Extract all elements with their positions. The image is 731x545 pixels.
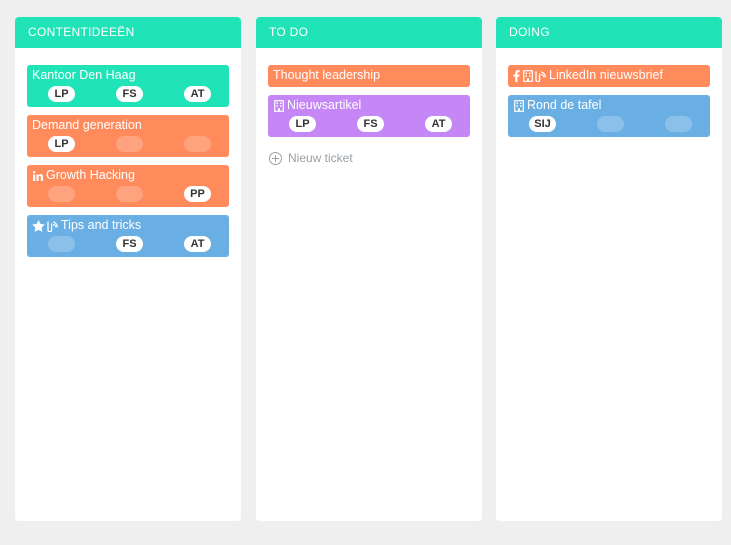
card-title: LinkedIn nieuwsbrief	[549, 68, 663, 82]
facebook-icon	[513, 69, 520, 82]
plus-circle-icon	[269, 151, 282, 165]
card-growth-hacking[interactable]: Growth Hacking PP	[27, 165, 229, 207]
card-badges: LP	[32, 133, 224, 153]
blog-icon	[535, 70, 546, 82]
column-to-do: TO DO Thought leadership Nieuwsartikel L…	[256, 17, 482, 521]
card-nieuwsartikel[interactable]: Nieuwsartikel LP FS AT	[268, 95, 470, 137]
column-title: CONTENTIDEEËN	[15, 17, 241, 48]
empty-assignee-slot[interactable]	[116, 136, 143, 152]
card-title: Kantoor Den Haag	[32, 68, 136, 82]
empty-assignee-slot[interactable]	[665, 116, 692, 132]
new-ticket-button[interactable]: Nieuw ticket	[268, 151, 470, 165]
assignee-badge[interactable]: AT	[425, 116, 452, 132]
assignee-badge[interactable]: FS	[116, 236, 143, 252]
card-title-row: Nieuwsartikel	[273, 98, 465, 113]
assignee-badge[interactable]: SIJ	[529, 116, 556, 132]
assignee-badge[interactable]: PP	[184, 186, 211, 202]
card-title-row: Demand generation	[32, 118, 224, 133]
new-ticket-label: Nieuw ticket	[288, 151, 353, 165]
card-title: Tips and tricks	[61, 218, 142, 232]
card-title: Demand generation	[32, 118, 142, 132]
card-title-row: Thought leadership	[273, 68, 465, 83]
column-title: TO DO	[256, 17, 482, 48]
card-kantoor-den-haag[interactable]: Kantoor Den Haag LP FS AT	[27, 65, 229, 107]
empty-assignee-slot[interactable]	[597, 116, 624, 132]
building-icon	[522, 69, 533, 82]
card-title: Nieuwsartikel	[287, 98, 362, 112]
card-title: Thought leadership	[273, 68, 381, 82]
card-demand-generation[interactable]: Demand generation LP	[27, 115, 229, 157]
column-title: DOING	[496, 17, 722, 48]
column-body: LinkedIn nieuwsbrief Rond de tafel SIJ	[496, 48, 722, 137]
card-badges: FS AT	[32, 233, 224, 253]
column-contentideeen: CONTENTIDEEËN Kantoor Den Haag LP FS AT …	[15, 17, 241, 521]
assignee-badge[interactable]: LP	[48, 86, 75, 102]
assignee-badge[interactable]: AT	[184, 86, 211, 102]
card-title: Rond de tafel	[527, 98, 602, 112]
card-badges: LP FS AT	[32, 83, 224, 103]
card-badges: PP	[32, 183, 224, 203]
card-title-row: Tips and tricks	[32, 218, 224, 233]
column-doing: DOING LinkedIn nieuwsbrief Rond de tafel…	[496, 17, 722, 521]
card-linkedin-nieuwsbrief[interactable]: LinkedIn nieuwsbrief	[508, 65, 710, 87]
empty-assignee-slot[interactable]	[116, 186, 143, 202]
card-title-row: LinkedIn nieuwsbrief	[513, 68, 705, 83]
card-tips-and-tricks[interactable]: Tips and tricks FS AT	[27, 215, 229, 257]
building-icon	[273, 99, 284, 112]
empty-assignee-slot[interactable]	[184, 136, 211, 152]
card-title: Growth Hacking	[46, 168, 135, 182]
assignee-badge[interactable]: FS	[116, 86, 143, 102]
card-rond-de-tafel[interactable]: Rond de tafel SIJ	[508, 95, 710, 137]
building-icon	[513, 99, 524, 112]
assignee-badge[interactable]: LP	[289, 116, 316, 132]
column-body: Thought leadership Nieuwsartikel LP FS A…	[256, 48, 482, 165]
card-title-row: Growth Hacking	[32, 168, 224, 183]
empty-assignee-slot[interactable]	[48, 236, 75, 252]
star-icon	[32, 219, 45, 232]
linkedin-icon	[32, 170, 43, 182]
card-thought-leadership[interactable]: Thought leadership	[268, 65, 470, 87]
empty-assignee-slot[interactable]	[48, 186, 75, 202]
assignee-badge[interactable]: LP	[48, 136, 75, 152]
card-badges: LP FS AT	[273, 113, 465, 133]
assignee-badge[interactable]: AT	[184, 236, 211, 252]
card-badges: SIJ	[513, 113, 705, 133]
blog-icon	[47, 220, 58, 232]
column-body: Kantoor Den Haag LP FS AT Demand generat…	[15, 48, 241, 257]
assignee-badge[interactable]: FS	[357, 116, 384, 132]
card-title-row: Kantoor Den Haag	[32, 68, 224, 83]
card-title-row: Rond de tafel	[513, 98, 705, 113]
